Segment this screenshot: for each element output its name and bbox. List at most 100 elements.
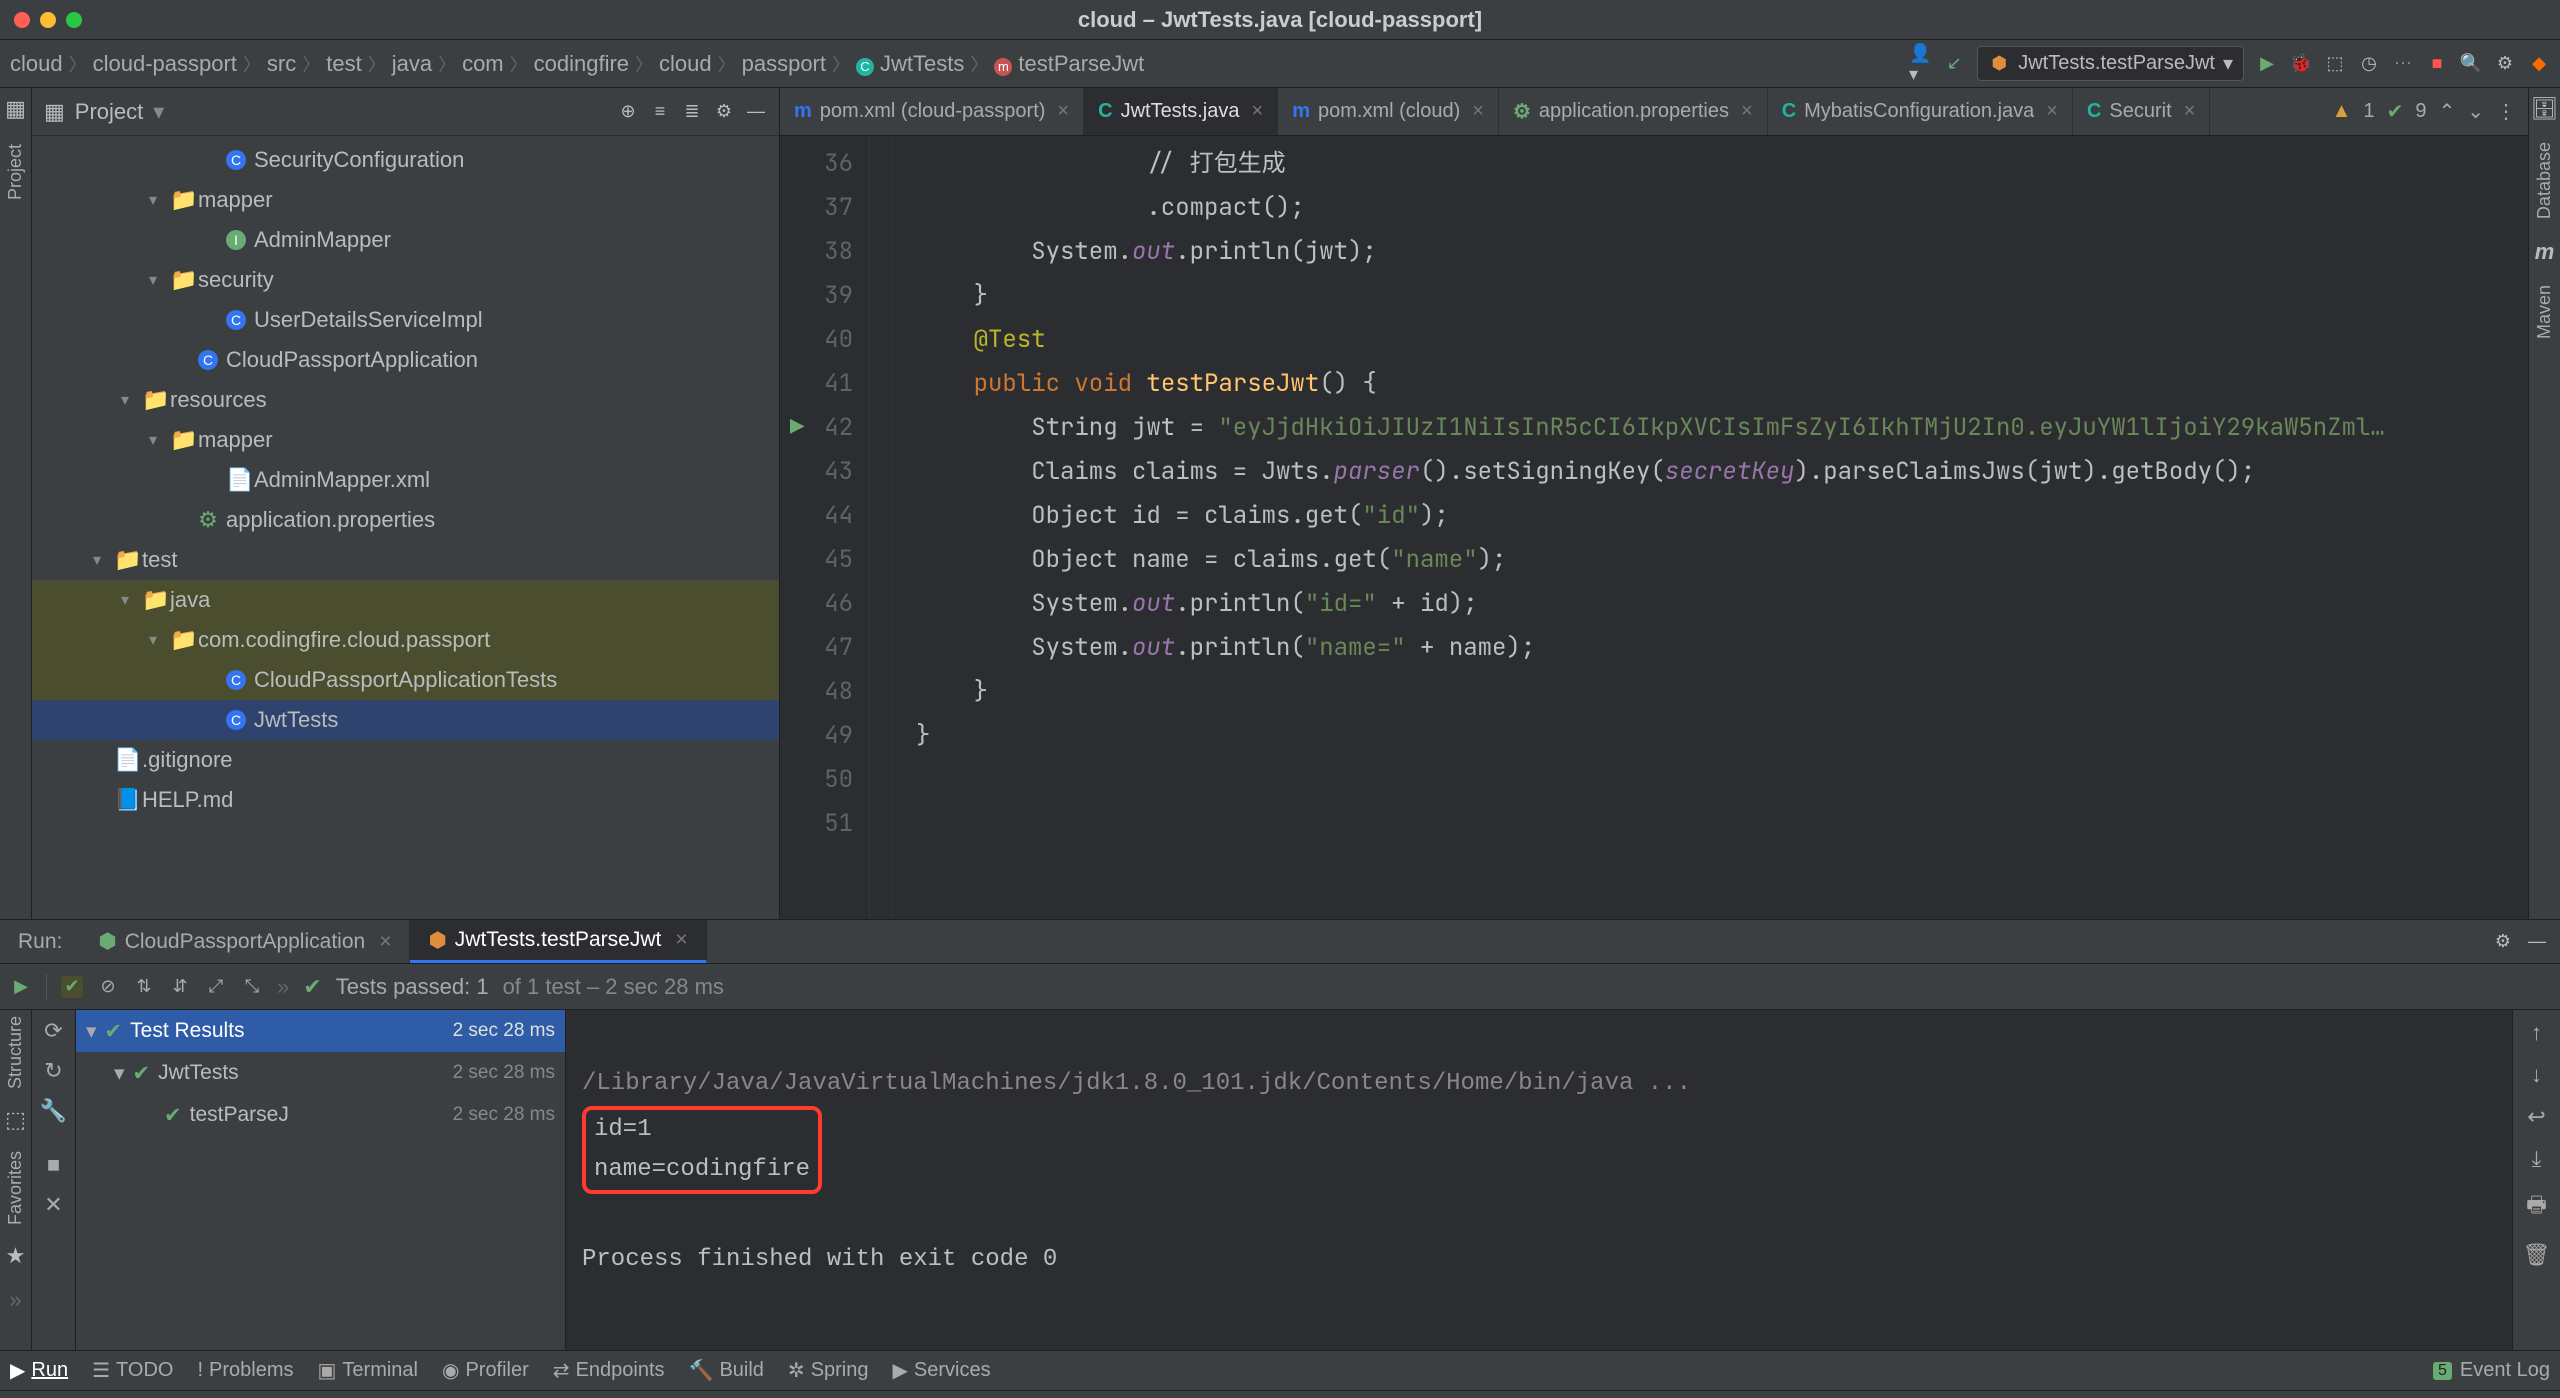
close-tab-icon[interactable]: × [1057,100,1069,123]
bottom-tool-button[interactable]: ◉Profiler [442,1358,529,1383]
event-log-button[interactable]: 5Event Log [2433,1359,2550,1382]
test-tree-item[interactable]: ✔testParseJ2 sec 28 ms [76,1094,565,1136]
maven-tool-icon[interactable]: m [2535,239,2555,265]
more-icon[interactable]: ⋮ [2496,99,2516,124]
bottom-tool-button[interactable]: ▶Run [10,1358,68,1383]
fold-gutter[interactable] [870,136,892,919]
structure-tool-tab[interactable]: Structure [5,1016,26,1089]
run-configuration-selector[interactable]: ⬢ JwtTests.testParseJwt ▾ [1977,46,2244,81]
editor-tab[interactable]: CJwtTests.java× [1084,88,1278,135]
gear-icon[interactable]: ⚙ [713,101,735,123]
zoom-window-button[interactable] [66,12,82,28]
breadcrumb-item[interactable]: cloud [10,51,63,77]
database-tool-tab[interactable]: Database [2534,142,2555,219]
chevron-down-icon[interactable]: ⌄ [2467,99,2484,124]
target-icon[interactable]: ⊕ [617,101,639,123]
bottom-tool-button[interactable]: !Problems [197,1359,293,1382]
rerun-failed-icon[interactable]: ↻ [44,1058,62,1084]
breadcrumb-item[interactable]: src [267,51,296,77]
tree-item[interactable]: CCloudPassportApplication [32,340,779,380]
editor-tab[interactable]: CSecurit× [2073,88,2210,135]
test-tree-item[interactable]: ▾✔JwtTests2 sec 28 ms [76,1052,565,1094]
warning-icon[interactable]: ▲ [2332,100,2352,123]
sort-icon[interactable]: ⇅ [133,976,155,998]
database-tool-icon[interactable]: 🗄 [2531,96,2559,122]
stop-button[interactable]: ■ [2426,53,2448,75]
code-body[interactable]: // 打包生成 .compact(); System.out.println(j… [892,136,2528,919]
bottom-tool-button[interactable]: ▣Terminal [318,1358,418,1383]
gear-icon[interactable]: ⚙ [2494,53,2516,75]
stop-icon[interactable]: ■ [47,1152,60,1178]
test-tree-item[interactable]: ▾✔Test Results2 sec 28 ms [76,1010,565,1052]
tree-item[interactable]: CCloudPassportApplicationTests [32,660,779,700]
tree-item[interactable]: CSecurityConfiguration [32,140,779,180]
attach-button[interactable]: ⋯ [2392,53,2414,75]
tree-item[interactable]: ▾📁java [32,580,779,620]
wrench-icon[interactable]: 🔧 [40,1098,67,1124]
close-tab-icon[interactable]: × [1741,100,1753,123]
editor-tab[interactable]: CMybatisConfiguration.java× [1768,88,2073,135]
bottom-tool-button[interactable]: 🔨Build [689,1358,764,1383]
up-arrow-icon[interactable]: ↑ [2531,1020,2542,1046]
test-results-tree[interactable]: ▾✔Test Results2 sec 28 ms▾✔JwtTests2 sec… [76,1010,566,1350]
show-passed-toggle[interactable]: ✔ [61,976,83,998]
build-hammer-icon[interactable]: ↙ [1943,53,1965,75]
breadcrumb-item[interactable]: test [326,51,361,77]
tree-item[interactable]: 📄.gitignore [32,740,779,780]
search-icon[interactable]: 🔍 [2460,53,2482,75]
bottom-tool-button[interactable]: ▶Services [893,1358,991,1383]
bottom-tool-button[interactable]: ✲Spring [788,1358,869,1383]
soft-wrap-icon[interactable]: ↩ [2527,1104,2545,1130]
scroll-to-end-icon[interactable]: ⤓ [2532,1146,2542,1172]
close-window-button[interactable] [14,12,30,28]
tree-item[interactable]: ▾📁mapper [32,180,779,220]
editor-tab[interactable]: mpom.xml (cloud-passport)× [780,88,1084,135]
tree-item[interactable]: 📘HELP.md [32,780,779,820]
structure-tool-icon[interactable]: ⬚ [5,1107,26,1133]
tree-item[interactable]: IAdminMapper [32,220,779,260]
expand-all-icon[interactable]: ≡ [649,101,671,123]
project-tool-tab[interactable]: Project [5,144,26,200]
debug-icon[interactable]: ⟳ [44,1018,62,1044]
project-tree[interactable]: CSecurityConfiguration▾📁mapperIAdminMapp… [32,136,779,919]
console-output[interactable]: /Library/Java/JavaVirtualMachines/jdk1.8… [566,1010,2512,1350]
tree-item[interactable]: CJwtTests [32,700,779,740]
tree-item[interactable]: 📄AdminMapper.xml [32,460,779,500]
breadcrumb-item[interactable]: cloud-passport [93,51,237,77]
close-icon[interactable]: ✕ [44,1192,62,1218]
close-tab-icon[interactable]: × [2046,100,2058,123]
breadcrumb-item[interactable]: passport [742,51,826,77]
run-tab[interactable]: ⬢CloudPassportApplication× [80,920,410,963]
show-ignored-toggle[interactable]: ⊘ [97,976,119,998]
project-tool-icon[interactable]: ▦ [5,96,26,122]
close-tab-icon[interactable]: × [2184,100,2196,123]
tree-item[interactable]: ▾📁resources [32,380,779,420]
user-icon[interactable]: 👤▾ [1909,53,1931,75]
breadcrumb-item[interactable]: com [462,51,504,77]
tree-item[interactable]: ▾📁com.codingfire.cloud.passport [32,620,779,660]
expand-icon[interactable]: ⤢ [205,976,227,998]
close-tab-icon[interactable]: × [1252,100,1264,123]
minimize-window-button[interactable] [40,12,56,28]
debug-button[interactable]: 🐞 [2290,53,2312,75]
bottom-tool-button[interactable]: ☰TODO [92,1358,173,1383]
editor-tab[interactable]: ⚙application.properties× [1499,88,1768,135]
sort-alpha-icon[interactable]: ⇵ [169,976,191,998]
coverage-button[interactable]: ⬚ [2324,53,2346,75]
collapse-all-icon[interactable]: ≣ [681,101,703,123]
gutter-run-icon[interactable]: ▶ [790,406,804,450]
code-editor[interactable]: 36373839404142▶434445464748495051 // 打包生… [780,136,2528,919]
print-icon[interactable]: 🖶 [2526,1188,2547,1226]
chevron-down-icon[interactable]: ▾ [153,99,164,125]
breadcrumb-item[interactable]: codingfire [534,51,629,77]
breadcrumb-item[interactable]: mtestParseJwt [994,51,1144,77]
gear-icon[interactable]: ⚙ [2492,931,2514,953]
rerun-button[interactable]: ▶ [10,976,32,998]
tree-item[interactable]: ▾📁security [32,260,779,300]
breadcrumb-item[interactable]: java [392,51,432,77]
favorites-tool-tab[interactable]: Favorites [5,1151,26,1225]
close-tab-icon[interactable]: × [1472,100,1484,123]
tree-item[interactable]: ▾📁mapper [32,420,779,460]
maven-tool-tab[interactable]: Maven [2534,285,2555,339]
hide-panel-icon[interactable]: — [2526,931,2548,953]
